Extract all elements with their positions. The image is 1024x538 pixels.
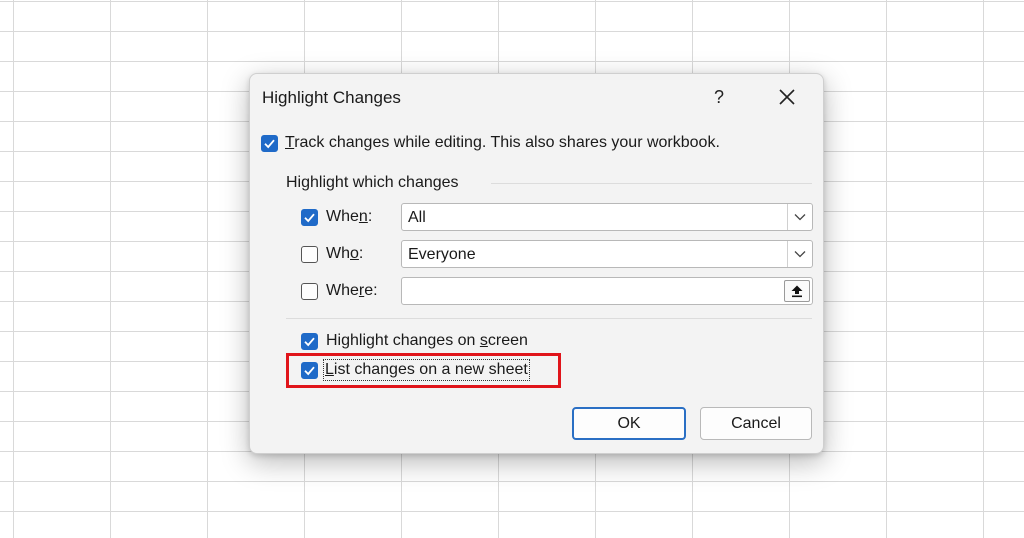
ok-button[interactable]: OK: [572, 407, 686, 440]
when-checkbox[interactable]: [301, 209, 318, 226]
track-changes-label: Track changes while editing. This also s…: [285, 134, 720, 151]
group-divider: [491, 183, 812, 184]
where-checkbox[interactable]: [301, 283, 318, 300]
cancel-button[interactable]: Cancel: [700, 407, 812, 440]
track-changes-accel: T: [285, 134, 295, 151]
help-icon: ?: [713, 86, 724, 107]
when-value: All: [408, 209, 426, 226]
highlight-changes-dialog: Highlight Changes ? Track changes while …: [249, 73, 824, 454]
where-range-input[interactable]: [401, 277, 813, 305]
where-label: Where:: [326, 282, 378, 299]
checkmark-icon: [304, 213, 315, 223]
who-value: Everyone: [408, 246, 476, 263]
who-checkbox[interactable]: [301, 246, 318, 263]
when-label: When:: [326, 208, 373, 225]
highlight-on-screen-label: Highlight changes on screen: [326, 332, 528, 349]
who-dropdown[interactable]: Everyone: [401, 240, 813, 268]
chevron-down-icon[interactable]: [787, 204, 812, 230]
red-highlight-annotation: [286, 353, 561, 388]
section-divider: [286, 318, 812, 319]
group-title: Highlight which changes: [286, 174, 459, 191]
checkmark-icon: [264, 139, 275, 149]
close-button[interactable]: [770, 80, 804, 114]
close-icon: [779, 89, 795, 105]
checkmark-icon: [304, 337, 315, 347]
when-dropdown[interactable]: All: [401, 203, 813, 231]
track-changes-checkbox[interactable]: [261, 135, 278, 152]
chevron-down-icon[interactable]: [787, 241, 812, 267]
collapse-dialog-button[interactable]: [784, 280, 810, 302]
dialog-title: Highlight Changes: [262, 88, 401, 107]
collapse-icon: [791, 285, 803, 298]
who-label: Who:: [326, 245, 364, 262]
highlight-on-screen-checkbox[interactable]: [301, 333, 318, 350]
help-button[interactable]: ?: [702, 80, 736, 114]
